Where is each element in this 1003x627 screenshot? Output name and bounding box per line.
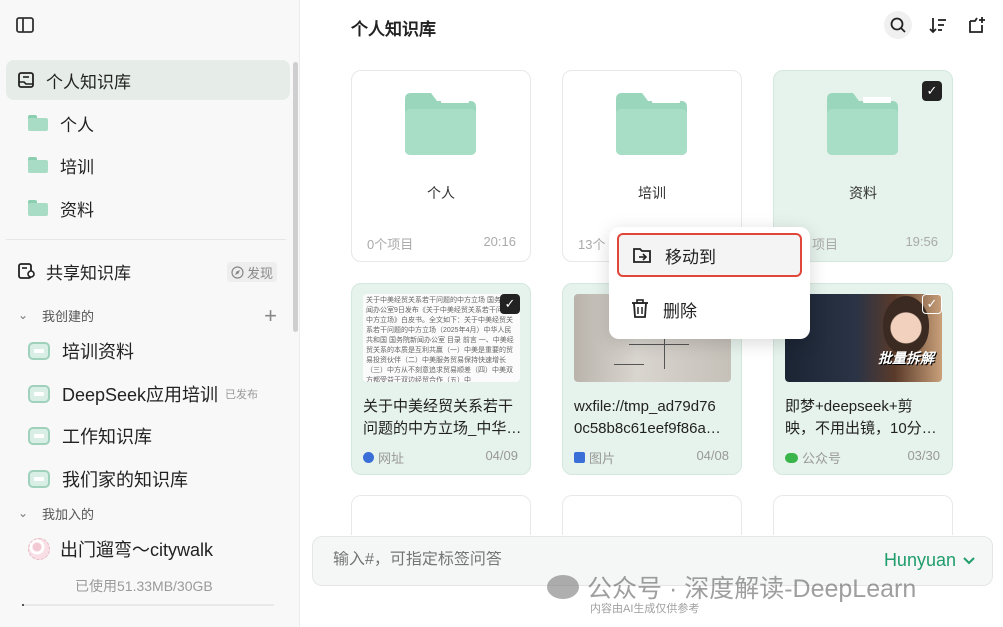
folder-icon bbox=[405, 93, 476, 155]
chevron-down-icon: ⌄ bbox=[18, 308, 29, 322]
item-type: 公众号 bbox=[785, 448, 841, 467]
add-file-icon bbox=[969, 17, 985, 33]
sidebar-kb-item[interactable]: 我们家的知识库 bbox=[28, 461, 278, 497]
sidebar-kb-item[interactable]: 培训资料 bbox=[28, 333, 278, 369]
folder-label: 个人 bbox=[60, 115, 94, 135]
web-link-icon bbox=[363, 452, 374, 463]
sidebar-kb-item[interactable]: 出门遛弯～citywalk bbox=[28, 531, 278, 567]
kb-book-icon bbox=[28, 427, 50, 445]
folder-label: 资料 bbox=[60, 200, 94, 220]
context-menu: 移动到 删除 bbox=[609, 227, 810, 339]
discover-button[interactable]: 发现 bbox=[226, 262, 277, 282]
add-kb-button[interactable]: + bbox=[264, 305, 277, 327]
folder-name: 培训 bbox=[638, 185, 666, 201]
model-label: Hunyuan bbox=[883, 550, 956, 570]
item-card[interactable] bbox=[351, 495, 531, 535]
sidebar-kb-item[interactable]: 工作知识库 bbox=[28, 418, 278, 454]
sidebar-item-personal-kb[interactable]: 个人知识库 bbox=[6, 60, 290, 100]
sort-icon bbox=[929, 18, 946, 34]
storage-bar bbox=[22, 604, 274, 606]
sidebar-folder-item[interactable]: 培训 bbox=[28, 147, 94, 183]
kb-label: 出门遛弯～citywalk bbox=[60, 540, 214, 560]
chevron-down-icon bbox=[963, 556, 975, 564]
new-item-button[interactable] bbox=[963, 11, 991, 39]
item-type: 网址 bbox=[363, 448, 404, 467]
item-count: 13个 bbox=[578, 237, 606, 252]
folder-icon bbox=[827, 93, 898, 155]
knowledge-base-icon bbox=[16, 70, 36, 90]
sort-button[interactable] bbox=[924, 11, 952, 39]
item-title: 即梦+deepseek+剪 映，不用出镜，10分… bbox=[785, 398, 937, 437]
folder-icon bbox=[28, 200, 48, 216]
watermark-subtext: 内容由AI生成仅供参考 bbox=[590, 603, 700, 615]
sidebar-toggle-icon[interactable] bbox=[14, 14, 36, 36]
kb-book-icon bbox=[28, 470, 50, 488]
item-count: 0个项目 bbox=[367, 237, 414, 252]
sidebar-folder-item[interactable]: 资料 bbox=[28, 190, 94, 226]
folder-icon bbox=[28, 115, 48, 131]
sidebar-item-label: 共享知识库 bbox=[46, 263, 131, 283]
ask-input[interactable] bbox=[333, 551, 793, 569]
delete-menu-item[interactable]: 删除 bbox=[617, 287, 802, 331]
sidebar: 个人知识库 个人 培训 资料 共享知识库 发现 ⌄ 我创建的 + 培训资料 De… bbox=[0, 0, 300, 627]
page-title: 个人知识库 bbox=[351, 20, 436, 39]
folder-icon bbox=[28, 157, 48, 173]
folder-icon bbox=[616, 93, 687, 155]
sidebar-folder-item[interactable]: 个人 bbox=[28, 105, 94, 141]
modified-time: 20:16 bbox=[483, 234, 516, 249]
search-icon bbox=[890, 17, 906, 33]
chevron-down-icon: ⌄ bbox=[18, 506, 29, 520]
kb-book-icon bbox=[28, 342, 50, 360]
menu-item-label: 移动到 bbox=[665, 247, 716, 267]
sidebar-scrollbar[interactable] bbox=[293, 62, 298, 332]
folder-name: 资料 bbox=[849, 185, 877, 201]
joined-section-header[interactable]: ⌄ 我加入的 bbox=[18, 502, 94, 524]
menu-item-label: 删除 bbox=[663, 301, 697, 321]
thumbnail-caption: 批量拆解 bbox=[878, 350, 934, 366]
selected-checkbox[interactable]: ✓ bbox=[922, 81, 942, 101]
published-badge: 已发布 bbox=[225, 389, 258, 401]
section-label: 我加入的 bbox=[42, 506, 95, 522]
item-type: 图片 bbox=[574, 448, 615, 467]
sidebar-divider bbox=[6, 239, 286, 240]
selected-checkbox[interactable]: ✓ bbox=[500, 294, 520, 314]
move-to-menu-item[interactable]: 移动到 bbox=[617, 233, 802, 277]
item-title: wxfile://tmp_ad79d76 0c58b8c61eef9f86a… bbox=[574, 398, 721, 437]
sidebar-kb-item[interactable]: DeepSeek应用培训 已发布 bbox=[28, 376, 278, 412]
item-card[interactable]: 关于中美经贸关系若干问题的中方立场 国务院新闻办公室9日发布《关于中美经贸关系若… bbox=[351, 283, 531, 475]
move-folder-icon bbox=[631, 244, 653, 266]
folder-name: 个人 bbox=[427, 185, 455, 201]
model-selector[interactable]: Hunyuan bbox=[884, 550, 976, 571]
item-count: 项目 bbox=[812, 237, 839, 252]
item-date: 04/09 bbox=[485, 448, 518, 463]
selected-checkbox[interactable]: ✓ bbox=[922, 294, 942, 314]
item-title: 关于中美经贸关系若干 问题的中方立场_中华… bbox=[363, 398, 522, 437]
wechat-icon bbox=[785, 452, 798, 463]
discover-label: 发现 bbox=[246, 265, 273, 281]
wechat-logo-icon bbox=[547, 575, 579, 599]
section-label: 我创建的 bbox=[42, 308, 95, 324]
sidebar-item-label: 个人知识库 bbox=[46, 72, 131, 92]
folder-label: 培训 bbox=[60, 157, 94, 177]
modified-time: 19:56 bbox=[905, 234, 938, 249]
image-icon bbox=[574, 452, 585, 463]
item-card[interactable] bbox=[562, 495, 742, 535]
compass-icon bbox=[231, 265, 244, 279]
kb-label: 我们家的知识库 bbox=[62, 470, 188, 490]
folder-card[interactable]: 个人 0个项目 20:16 bbox=[351, 70, 531, 262]
kb-avatar bbox=[28, 538, 50, 560]
kb-label: DeepSeek应用培训 bbox=[62, 385, 219, 405]
created-section-header[interactable]: ⌄ 我创建的 bbox=[18, 304, 94, 326]
document-thumbnail: 关于中美经贸关系若干问题的中方立场 国务院新闻办公室9日发布《关于中美经贸关系若… bbox=[363, 294, 520, 382]
shared-kb-icon bbox=[16, 261, 36, 281]
storage-usage: 已使用51.33MB/30GB bbox=[75, 578, 213, 594]
search-button[interactable] bbox=[884, 11, 912, 39]
kb-label: 培训资料 bbox=[62, 342, 134, 362]
trash-icon bbox=[629, 298, 651, 320]
item-date: 03/30 bbox=[907, 448, 940, 463]
item-date: 04/08 bbox=[696, 448, 729, 463]
item-card[interactable] bbox=[773, 495, 953, 535]
kb-label: 工作知识库 bbox=[62, 427, 152, 447]
kb-book-icon bbox=[28, 385, 50, 403]
